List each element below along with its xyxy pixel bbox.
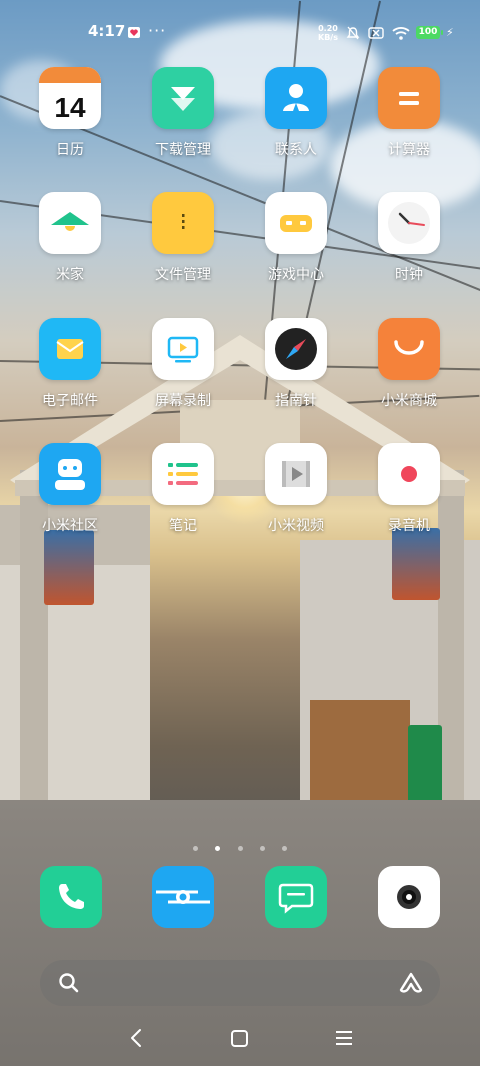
app-screen-recorder[interactable]: 屏幕录制 [133, 318, 233, 410]
dock-browser[interactable] [152, 866, 214, 928]
calendar-date: 14 [54, 92, 86, 123]
screen-recorder-icon [152, 318, 214, 380]
app-calculator[interactable]: 计算器 [359, 67, 459, 159]
app-label: 指南针 [275, 393, 317, 409]
sim-off-icon [368, 25, 384, 44]
browser-icon [156, 890, 210, 904]
assistant-icon[interactable] [398, 971, 424, 999]
mi-community-icon [39, 443, 101, 505]
clock-icon [378, 192, 440, 254]
page-dot[interactable] [193, 846, 199, 851]
download-icon [152, 67, 214, 129]
page-dot[interactable] [281, 846, 287, 851]
app-label: 下载管理 [155, 142, 211, 158]
app-label: 米家 [56, 267, 84, 283]
app-email[interactable]: 电子邮件 [20, 318, 120, 410]
phone-icon [59, 884, 84, 909]
page-dot-active[interactable] [215, 846, 221, 851]
home-icon[interactable] [230, 1026, 250, 1054]
mi-store-icon [378, 318, 440, 380]
app-label: 电子邮件 [42, 393, 98, 409]
search-bar[interactable] [40, 960, 440, 1006]
app-download-manager[interactable]: 下载管理 [133, 67, 233, 159]
back-icon[interactable] [128, 1026, 144, 1054]
network-speed-unit: KB/s [318, 33, 338, 42]
camera-icon [397, 885, 421, 909]
alarm-icon [346, 25, 360, 44]
app-label: 时钟 [395, 267, 423, 283]
status-time: 4:17 [88, 22, 126, 40]
contacts-icon [265, 67, 327, 129]
app-label: 游戏中心 [268, 267, 324, 283]
app-label: 计算器 [388, 142, 430, 158]
messages-icon [278, 883, 314, 914]
status-bar: 4:17 ··· 0.20 KB/s 100 ⚡ [0, 0, 480, 64]
file-manager-icon [152, 192, 214, 254]
app-compass[interactable]: 指南针 [246, 318, 346, 410]
heart-notification-icon [128, 27, 140, 38]
app-contacts[interactable]: 联系人 [246, 67, 346, 159]
app-mi-store[interactable]: 小米商城 [359, 318, 459, 410]
charging-icon: ⚡ [446, 26, 454, 39]
dock-messages[interactable] [265, 866, 327, 928]
app-mi-video[interactable]: 小米视频 [246, 443, 346, 535]
mi-video-icon [265, 443, 327, 505]
dock-phone[interactable] [40, 866, 102, 928]
app-label: 联系人 [275, 142, 317, 158]
app-recorder[interactable]: 录音机 [359, 443, 459, 535]
calendar-icon: 14 [39, 67, 101, 129]
app-mijia[interactable]: 米家 [20, 192, 120, 284]
app-label: 文件管理 [155, 267, 211, 283]
page-indicator [0, 836, 480, 855]
email-icon [39, 318, 101, 380]
network-speed: 0.20 KB/s [318, 24, 338, 42]
compass-icon [265, 318, 327, 380]
wifi-icon [392, 25, 410, 44]
app-label: 录音机 [388, 518, 430, 534]
notes-icon [152, 443, 214, 505]
mijia-icon [39, 192, 101, 254]
app-calendar[interactable]: 14 日历 [20, 67, 120, 159]
page-dot[interactable] [237, 846, 243, 851]
search-icon[interactable] [58, 972, 80, 998]
dock-camera[interactable] [378, 866, 440, 928]
app-game-center[interactable]: 游戏中心 [246, 192, 346, 284]
recorder-icon [378, 443, 440, 505]
more-notifications-indicator: ··· [148, 21, 167, 40]
navigation-bar [0, 1012, 480, 1066]
app-label: 小米商城 [381, 393, 437, 409]
app-label: 小米视频 [268, 518, 324, 534]
game-center-icon [265, 192, 327, 254]
app-mi-community[interactable]: 小米社区 [20, 443, 120, 535]
page-dot[interactable] [259, 846, 265, 851]
app-label: 屏幕录制 [155, 393, 211, 409]
app-file-manager[interactable]: 文件管理 [133, 192, 233, 284]
app-notes[interactable]: 笔记 [133, 443, 233, 535]
app-label: 小米社区 [42, 518, 98, 534]
battery-icon: 100 [416, 26, 443, 39]
network-speed-value: 0.20 [318, 24, 338, 33]
app-label: 笔记 [169, 518, 197, 534]
recents-icon[interactable] [334, 1026, 354, 1054]
calculator-icon [378, 67, 440, 129]
app-clock[interactable]: 时钟 [359, 192, 459, 284]
app-label: 日历 [56, 142, 84, 158]
